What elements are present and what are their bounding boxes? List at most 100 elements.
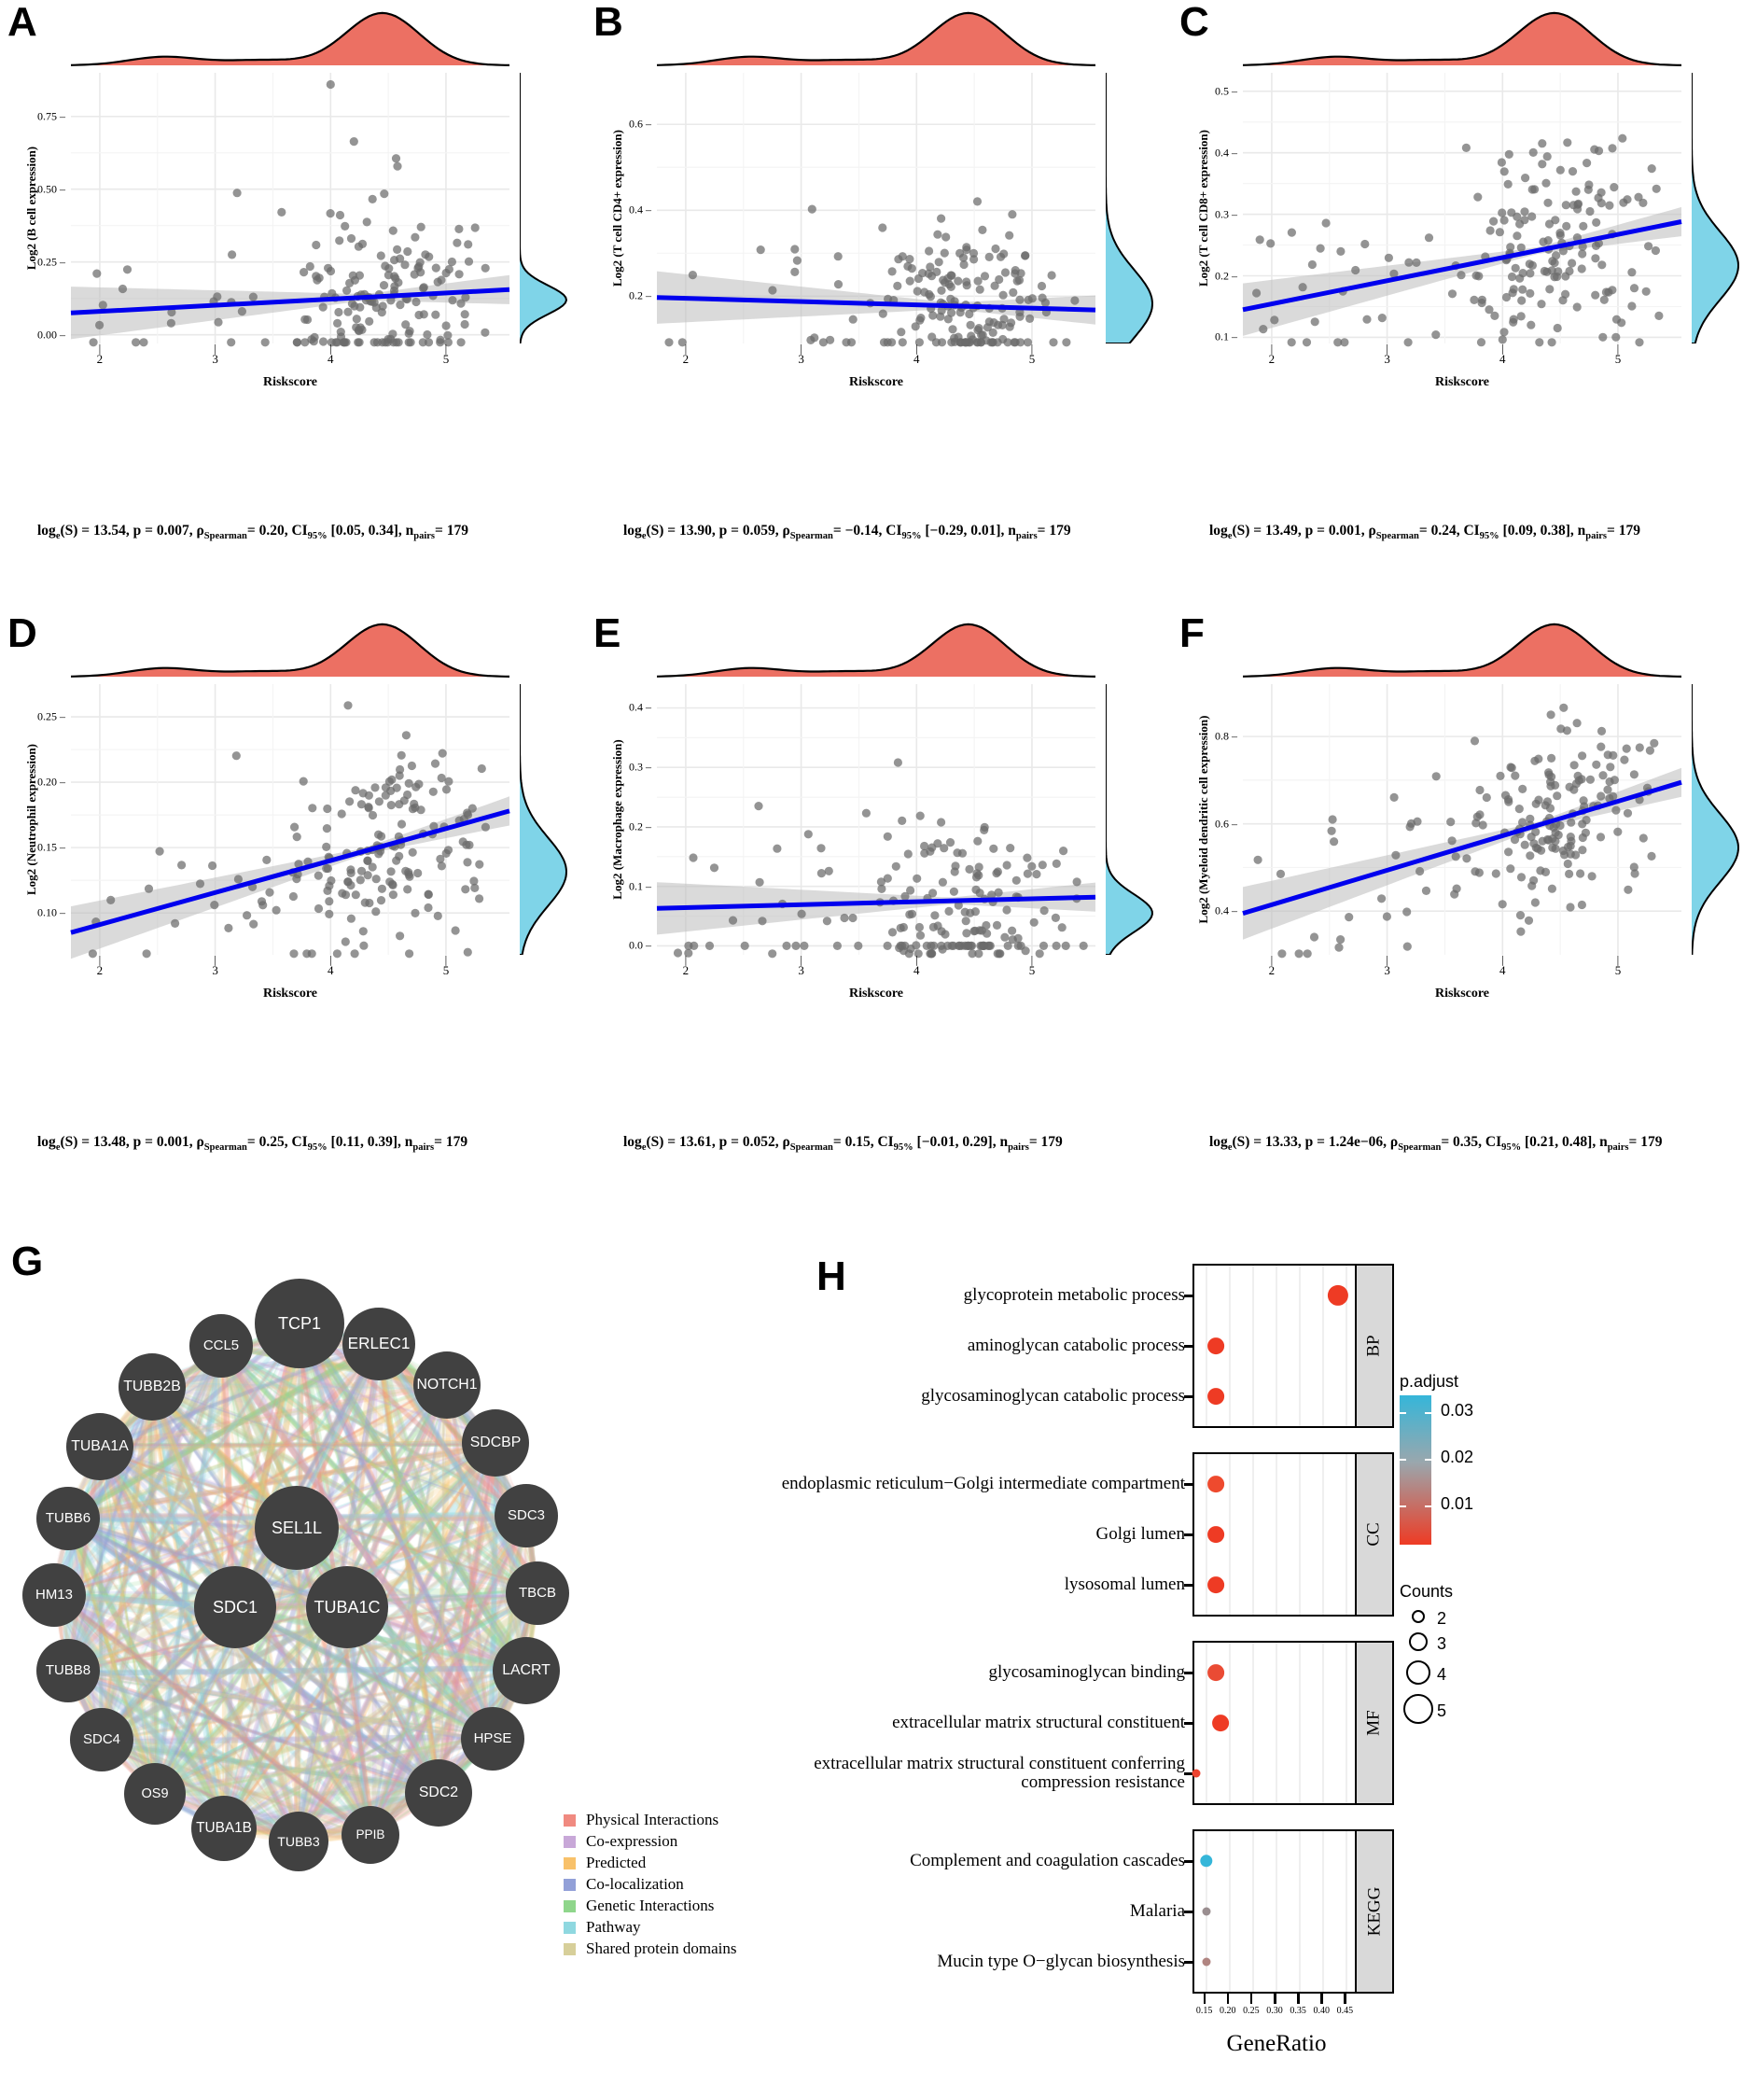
network-node-label: TUBB3	[277, 1833, 320, 1849]
stats-caption-b: loge(S) = 13.90, p = 0.059, ρSpearman= −…	[623, 523, 1071, 542]
network-node-label: TCP1	[277, 1314, 321, 1333]
y-axis-label: Log2 (Macrophage expression)	[610, 739, 624, 900]
network-node-label: TUBA1A	[71, 1438, 129, 1455]
dotplot-axis-tick	[1184, 1911, 1192, 1913]
dotplot-gridline	[1299, 1831, 1302, 1992]
dotplot-point[interactable]	[1192, 1769, 1201, 1778]
legend-label: Predicted	[586, 1854, 647, 1871]
dotplot-facet-strip: KEGG	[1355, 1829, 1394, 1994]
network-node[interactable]: TUBA1B	[191, 1796, 257, 1861]
network-node[interactable]: TUBB2B	[119, 1353, 186, 1421]
network-node[interactable]: SEL1L	[255, 1486, 339, 1570]
dotplot-gridline	[1251, 1266, 1254, 1426]
dotplot-point[interactable]	[1207, 1576, 1225, 1593]
scatter-points	[1242, 133, 1682, 347]
scatter-points	[70, 701, 510, 959]
scatter-points	[656, 758, 1096, 959]
dotplot-gridline	[1251, 1831, 1254, 1992]
network-node[interactable]: TUBA1A	[66, 1413, 133, 1480]
network-node[interactable]: TUBB8	[36, 1639, 100, 1702]
stats-caption-c: loge(S) = 13.49, p = 0.001, ρSpearman= 0…	[1209, 523, 1640, 542]
padjust-legend-title: p.adjust	[1400, 1372, 1459, 1391]
dotplot-gridline	[1346, 1643, 1348, 1803]
network-node-label: NOTCH1	[416, 1377, 478, 1393]
x-axis-label: Riskscore	[262, 375, 318, 389]
counts-legend-item: 2	[1400, 1607, 1453, 1630]
network-node[interactable]: ERLEC1	[342, 1308, 415, 1380]
network-node[interactable]: TBCB	[506, 1561, 569, 1625]
network-node[interactable]: SDCBP	[462, 1409, 529, 1477]
dotplot-gridline	[1251, 1454, 1254, 1615]
dotplot-point[interactable]	[1207, 1476, 1225, 1492]
network-node[interactable]: TCP1	[255, 1279, 344, 1368]
dotplot-axis-tick	[1184, 1722, 1192, 1725]
legend-color-swatch	[564, 1899, 576, 1912]
dotplot-point[interactable]	[1207, 1388, 1225, 1405]
panel-a: A 0.00 –0.25 –0.50 –0.75 – │ 2 │ 3 │ 4 │ 5 Risksc…	[0, 0, 585, 555]
y-axis-label: Log2 (Neutrophil expression)	[24, 743, 38, 896]
dotplot-gridline	[1228, 1831, 1231, 1992]
network-node[interactable]: SDC2	[405, 1759, 472, 1827]
network-node[interactable]: SDC1	[194, 1566, 276, 1648]
marginal-density-x	[657, 6, 1095, 67]
panel-label-b: B	[593, 0, 623, 45]
network-node[interactable]: TUBA1C	[306, 1566, 388, 1648]
dotplot-point[interactable]	[1207, 1337, 1225, 1354]
network-legend-item: Shared protein domains	[564, 1939, 736, 1958]
panel-g-network: G TCP1CCL5ERLEC1TUBB2BNOTCH1TUBA1ASDCBPT…	[0, 1213, 840, 2100]
dotplot-root: BP glycoprotein metabolic process aminogly…	[782, 1213, 1757, 2100]
dotplot-gridline	[1299, 1266, 1302, 1426]
x-tick-label: │ 5	[1614, 344, 1622, 367]
network-node[interactable]: SDC4	[70, 1708, 133, 1771]
network-node[interactable]: HPSE	[461, 1707, 524, 1771]
x-tick-label: │ 3	[1384, 344, 1390, 367]
marginal-density-y	[520, 684, 574, 955]
x-tick-label: │ 4	[1499, 956, 1506, 978]
stats-caption-f: loge(S) = 13.33, p = 1.24e−06, ρSpearman…	[1209, 1134, 1663, 1154]
dotplot-facet-label: CC	[1363, 1522, 1384, 1547]
network-node[interactable]: OS9	[124, 1763, 186, 1825]
dotplot-point[interactable]	[1202, 1957, 1211, 1967]
network-node[interactable]: TUBB6	[36, 1487, 100, 1550]
dotplot-point[interactable]	[1207, 1664, 1225, 1681]
generatio-tick-label: 0.45	[1336, 2006, 1354, 2016]
panel-label-c: C	[1179, 0, 1209, 45]
generatio-axis-tick	[1274, 1994, 1276, 2004]
x-tick-label: │ 3	[798, 956, 804, 978]
dotplot-gridline	[1299, 1454, 1302, 1615]
plot-area-d	[70, 684, 510, 959]
dotplot-gridline	[1228, 1454, 1231, 1615]
generatio-axis-tick	[1249, 1994, 1253, 2004]
network-node[interactable]: NOTCH1	[413, 1351, 481, 1419]
stats-caption-e: loge(S) = 13.61, p = 0.052, ρSpearman= 0…	[623, 1134, 1063, 1154]
network-nodes: TCP1 CCL5 ERLEC1 TUBB2B NOTCH1 TUBA1A SDCBP TUB…	[14, 1249, 630, 1921]
network-node[interactable]: SDC3	[495, 1484, 558, 1547]
dotplot-point[interactable]	[1202, 1907, 1211, 1916]
network-node[interactable]: HM13	[22, 1563, 86, 1627]
network-legend-item: Predicted	[564, 1854, 736, 1872]
network-node-label: CCL5	[202, 1337, 240, 1353]
dotplot-facet-strip: BP	[1355, 1264, 1394, 1428]
legend-color-swatch	[564, 1878, 576, 1891]
padjust-tick-label: 0.03	[1441, 1401, 1474, 1420]
network-node[interactable]: LACRT	[493, 1637, 560, 1704]
dotplot-axis-tick	[1184, 1584, 1192, 1587]
counts-legend-item: 4	[1400, 1658, 1453, 1691]
dotplot-axis-tick	[1184, 1860, 1192, 1863]
counts-legend-item: 5	[1400, 1691, 1453, 1730]
network-node[interactable]: TUBB3	[269, 1812, 328, 1871]
marginal-density-x	[1243, 617, 1681, 679]
network-node-label: LACRT	[502, 1662, 551, 1679]
network-node[interactable]: CCL5	[189, 1314, 253, 1378]
marginal-density-x	[657, 617, 1095, 679]
network-node[interactable]: PPIB	[342, 1806, 399, 1864]
legend-label: Shared protein domains	[586, 1939, 737, 1957]
x-tick-label: │ 5	[1614, 956, 1622, 978]
dotplot-point[interactable]	[1212, 1715, 1230, 1731]
counts-legend-circle	[1403, 1693, 1433, 1724]
legend-color-swatch	[564, 1942, 576, 1955]
dotplot-gridline	[1276, 1643, 1277, 1803]
plot-area-b	[656, 73, 1096, 347]
generatio-tick-label: 0.30	[1266, 2006, 1283, 2016]
dotplot-point[interactable]	[1207, 1526, 1225, 1543]
